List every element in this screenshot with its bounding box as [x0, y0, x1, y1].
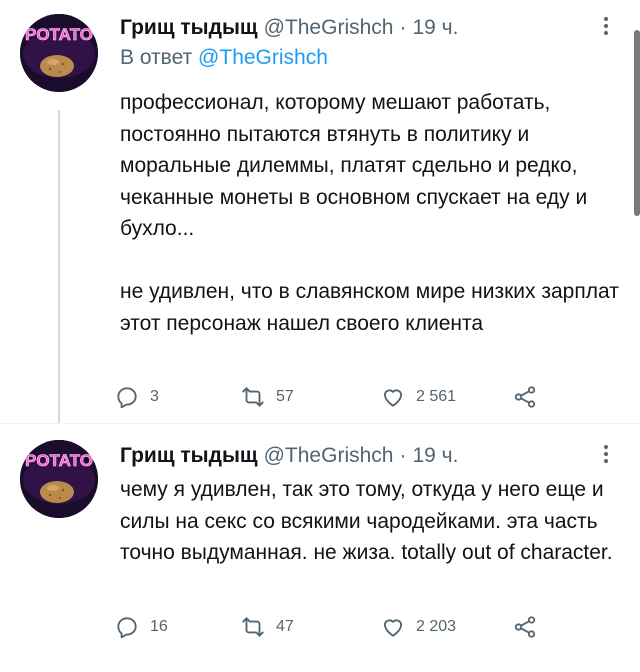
avatar-logo-text: POTATO — [25, 451, 93, 470]
reply-to-handle[interactable]: @TheGrishch — [198, 46, 328, 69]
like-button[interactable]: 2 203 — [380, 612, 456, 642]
author-handle[interactable]: @TheGrishch — [264, 444, 394, 468]
thread-line — [58, 110, 60, 424]
avatar[interactable]: POTATO — [20, 14, 98, 92]
tweet[interactable]: POTATO Грищ тыдыщ @TheGrishch · 19 ч. че… — [0, 424, 640, 672]
more-icon[interactable] — [596, 442, 616, 466]
share-icon — [512, 384, 538, 410]
author-handle[interactable]: @TheGrishch — [264, 16, 394, 40]
like-count: 2 203 — [416, 618, 457, 635]
like-count: 2 561 — [416, 388, 457, 405]
scrollbar[interactable] — [634, 30, 640, 216]
retweet-icon — [240, 614, 266, 640]
retweet-button[interactable]: 47 — [240, 612, 294, 642]
reply-button[interactable]: 3 — [114, 382, 159, 412]
retweet-icon — [240, 384, 266, 410]
like-icon — [380, 384, 406, 410]
reply-to-line: В ответ @TheGrishch — [120, 46, 328, 70]
share-button[interactable] — [512, 382, 538, 412]
reply-button[interactable]: 16 — [114, 612, 168, 642]
tweet-actions: 16 47 2 203 — [114, 612, 544, 642]
separator-dot: · — [399, 16, 407, 39]
avatar-logo-text: POTATO — [25, 25, 93, 44]
reply-count: 16 — [150, 618, 168, 635]
tweet-paragraph: не удивлен, что в славянском мире низких… — [120, 280, 619, 335]
tweet-time[interactable]: 19 ч. — [412, 16, 458, 40]
retweet-count: 57 — [276, 388, 294, 405]
tweet[interactable]: POTATO Грищ тыдыщ @TheGrishch · 19 ч. В … — [0, 0, 640, 424]
tweet-header: Грищ тыдыщ @TheGrishch · 19 ч. — [120, 13, 458, 43]
reply-icon — [114, 614, 140, 640]
tweet-header: Грищ тыдыщ @TheGrishch · 19 ч. — [120, 441, 458, 471]
tweet-text: чему я удивлен, так это тому, откуда у н… — [120, 474, 620, 569]
more-icon[interactable] — [596, 14, 616, 38]
avatar[interactable]: POTATO — [20, 440, 98, 518]
reply-to-prefix: В ответ — [120, 46, 193, 69]
like-button[interactable]: 2 561 — [380, 382, 456, 412]
separator-dot: · — [399, 444, 407, 467]
tweet-paragraph: профессионал, которому мешают работать, … — [120, 91, 588, 240]
retweet-button[interactable]: 57 — [240, 382, 294, 412]
tweet-time[interactable]: 19 ч. — [412, 444, 458, 468]
tweet-paragraph: чему я удивлен, так это тому, откуда у н… — [120, 478, 613, 564]
author-name[interactable]: Грищ тыдыщ — [120, 444, 258, 468]
retweet-count: 47 — [276, 618, 294, 635]
tweet-text: профессионал, которому мешают работать, … — [120, 87, 620, 339]
reply-count: 3 — [150, 388, 159, 405]
author-name[interactable]: Грищ тыдыщ — [120, 16, 258, 40]
reply-icon — [114, 384, 140, 410]
tweet-actions: 3 57 2 561 — [114, 382, 544, 412]
like-icon — [380, 614, 406, 640]
share-button[interactable] — [512, 612, 538, 642]
share-icon — [512, 614, 538, 640]
